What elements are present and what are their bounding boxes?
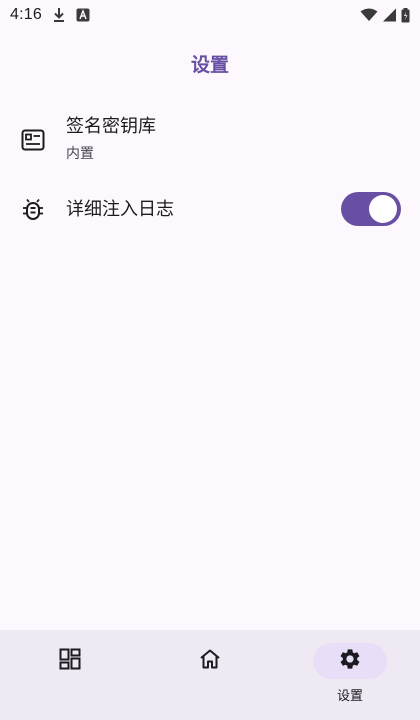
download-icon bbox=[52, 7, 66, 23]
signal-icon bbox=[382, 8, 397, 22]
verbose-log-text: 详细注入日志 bbox=[66, 198, 174, 222]
nav-indicator-dashboard bbox=[33, 643, 107, 679]
toggle-thumb bbox=[369, 195, 397, 223]
page-title: 设置 bbox=[190, 54, 229, 76]
keystore-card-icon bbox=[20, 127, 46, 153]
verbose-log-title: 详细注入日志 bbox=[66, 199, 174, 220]
dashboard-icon bbox=[59, 648, 81, 674]
home-icon bbox=[199, 648, 221, 674]
app-notification-icon bbox=[76, 8, 90, 22]
status-time: 4:16 bbox=[10, 6, 42, 23]
nav-indicator-settings bbox=[313, 643, 387, 679]
settings-item-keystore[interactable]: 签名密钥库 内置 bbox=[0, 110, 420, 170]
status-left: 4:16 bbox=[10, 6, 90, 24]
status-bar: 4:16 bbox=[0, 0, 420, 30]
bottom-navigation: 设置 bbox=[0, 630, 420, 720]
status-right bbox=[360, 7, 410, 23]
wifi-icon bbox=[360, 8, 378, 22]
bug-icon bbox=[20, 197, 46, 223]
keystore-subtitle: 内置 bbox=[66, 146, 94, 162]
nav-item-dashboard[interactable] bbox=[0, 630, 140, 720]
verbose-log-toggle[interactable] bbox=[341, 192, 401, 226]
nav-item-home[interactable] bbox=[140, 630, 280, 720]
battery-icon bbox=[401, 7, 410, 23]
keystore-text: 签名密钥库 内置 bbox=[66, 115, 156, 165]
nav-label-settings: 设置 bbox=[336, 689, 363, 704]
gear-icon bbox=[338, 647, 362, 675]
keystore-title: 签名密钥库 bbox=[66, 116, 156, 137]
nav-item-settings[interactable]: 设置 bbox=[280, 630, 420, 720]
nav-indicator-home bbox=[173, 643, 247, 679]
